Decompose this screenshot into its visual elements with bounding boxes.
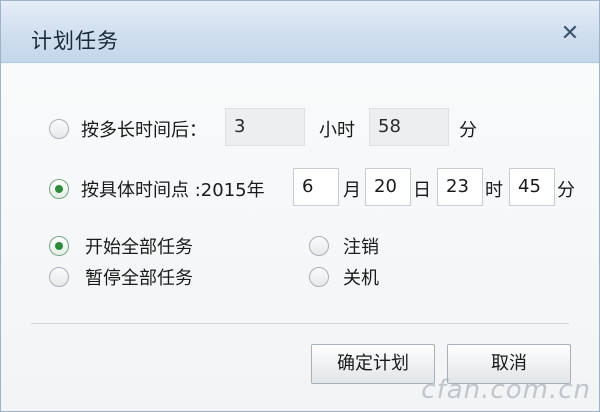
- hour-unit-label: 时: [485, 180, 503, 201]
- logout-radio[interactable]: [309, 236, 329, 256]
- month-field[interactable]: 6: [293, 168, 339, 206]
- pause-all-label: 暂停全部任务: [85, 268, 193, 289]
- minute-unit-label: 分: [557, 180, 575, 201]
- at-time-label: 按具体时间点 :2015年: [81, 180, 265, 201]
- minutes-unit-label: 分: [459, 120, 477, 141]
- day-field[interactable]: 20: [365, 168, 411, 206]
- duration-minutes-field[interactable]: 58: [369, 108, 449, 146]
- duration-hours-field[interactable]: 3: [225, 108, 305, 146]
- day-unit-label: 日: [413, 180, 431, 201]
- hour-field[interactable]: 23: [437, 168, 483, 206]
- dialog-body: 按多长时间后： 3 小时 58 分 按具体时间点 :2015年 6 月 20 日…: [1, 64, 599, 411]
- start-all-label: 开始全部任务: [85, 237, 193, 258]
- at-time-radio[interactable]: [49, 179, 69, 199]
- shutdown-radio[interactable]: [309, 267, 329, 287]
- shutdown-label: 关机: [343, 268, 379, 289]
- hours-unit-label: 小时: [319, 120, 355, 141]
- confirm-plan-button[interactable]: 确定计划: [311, 344, 435, 384]
- after-duration-label: 按多长时间后：: [81, 120, 207, 141]
- title-bar[interactable]: 计划任务 ✕: [1, 1, 599, 63]
- start-all-radio[interactable]: [49, 236, 69, 256]
- watermark-logo: cfan.com.cn: [421, 375, 591, 405]
- minute-field[interactable]: 45: [509, 168, 555, 206]
- logout-label: 注销: [343, 237, 379, 258]
- schedule-dialog: 计划任务 ✕ 按多长时间后： 3 小时 58 分 按具体时间点 :2015年 6…: [0, 0, 600, 412]
- dialog-title: 计划任务: [31, 29, 119, 53]
- divider: [31, 323, 569, 324]
- close-icon[interactable]: ✕: [555, 19, 585, 49]
- after-duration-radio[interactable]: [49, 119, 69, 139]
- pause-all-radio[interactable]: [49, 267, 69, 287]
- month-unit-label: 月: [343, 180, 361, 201]
